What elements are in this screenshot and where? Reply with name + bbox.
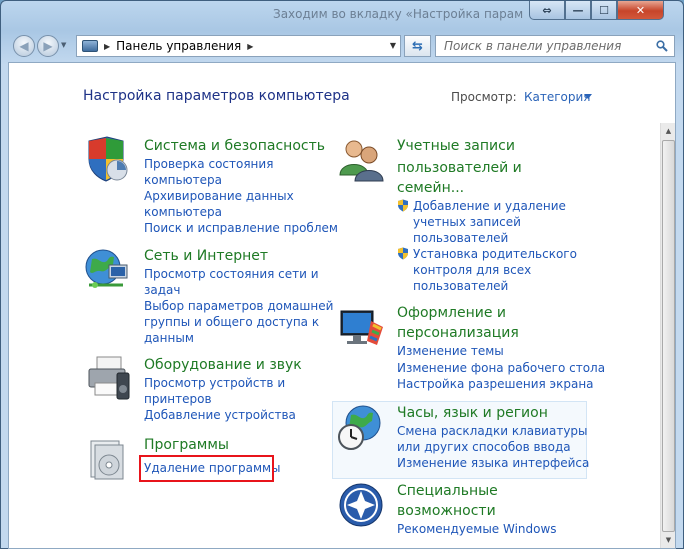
link-display-language[interactable]: Изменение языка интерфейса <box>397 455 589 471</box>
user-accounts-icon[interactable] <box>337 135 385 183</box>
control-panel-content: Настройка параметров компьютера Просмотр… <box>8 62 676 549</box>
link-add-remove-accounts[interactable]: Добавление и удаление <box>397 198 566 214</box>
breadcrumb-separator[interactable]: ▶ <box>104 42 110 51</box>
uac-shield-icon <box>398 199 408 212</box>
search-icon[interactable] <box>656 40 668 52</box>
address-bar[interactable]: ▶ Панель управления ▶ ▼ <box>76 35 401 57</box>
category-hardware-sound[interactable]: Оборудование и звук <box>144 355 302 375</box>
link-recommended-settings[interactable]: Рекомендуемые Windows <box>397 521 557 537</box>
window-title: Заходим во вкладку «Настройка параметров… <box>273 7 523 21</box>
search-placeholder: Поиск в панели управления <box>444 39 622 53</box>
appearance-icon[interactable] <box>337 303 385 351</box>
system-security-icon[interactable] <box>83 135 131 183</box>
link-homegroup-2[interactable]: группы и общего доступа к <box>144 314 319 330</box>
vertical-scrollbar[interactable]: ▲ ▼ <box>660 123 675 548</box>
breadcrumb-separator-end[interactable]: ▶ <box>247 42 253 51</box>
highlight-frame <box>139 455 274 482</box>
page-title: Настройка параметров компьютера <box>83 88 350 104</box>
scroll-thumb[interactable] <box>662 140 675 532</box>
category-network-internet[interactable]: Сеть и Интернет <box>144 246 268 266</box>
link-network-status-2[interactable]: задач <box>144 282 180 298</box>
programs-icon[interactable] <box>83 435 131 483</box>
category-appearance[interactable]: Оформление и <box>397 303 506 323</box>
category-system-security[interactable]: Система и безопасность <box>144 136 325 156</box>
clock-region-icon[interactable] <box>337 403 385 451</box>
category-appearance-2[interactable]: персонализация <box>397 323 519 343</box>
link-parental-controls-text[interactable]: Установка родительского <box>413 247 577 261</box>
minimize-button[interactable]: — <box>565 1 591 20</box>
view-by-dropdown[interactable]: Категория <box>524 90 591 104</box>
category-clock-region[interactable]: Часы, язык и регион <box>397 403 548 423</box>
forward-button[interactable]: ▶ <box>37 35 59 57</box>
scroll-up-arrow[interactable]: ▲ <box>661 123 675 139</box>
link-homegroup[interactable]: Выбор параметров домашней <box>144 298 333 314</box>
link-change-background[interactable]: Изменение фона рабочего стола <box>397 360 605 376</box>
category-ease-of-access-2[interactable]: возможности <box>397 501 496 521</box>
link-check-status-2[interactable]: компьютера <box>144 172 222 188</box>
breadcrumb-control-panel[interactable]: Панель управления <box>116 39 241 53</box>
link-devices-printers[interactable]: Просмотр устройств и <box>144 375 285 391</box>
link-add-remove-accounts-text[interactable]: Добавление и удаление <box>413 199 566 213</box>
category-user-accounts[interactable]: Учетные записи <box>397 136 515 156</box>
chevron-down-icon[interactable] <box>584 94 592 99</box>
link-check-status[interactable]: Проверка состояния <box>144 156 273 172</box>
link-parental-controls[interactable]: Установка родительского <box>397 246 577 262</box>
link-homegroup-3[interactable]: данным <box>144 330 194 346</box>
back-button[interactable]: ◀ <box>13 35 35 57</box>
category-programs[interactable]: Программы <box>144 435 229 455</box>
link-add-device[interactable]: Добавление устройства <box>144 407 296 423</box>
link-network-status[interactable]: Просмотр состояния сети и <box>144 266 319 282</box>
close-button[interactable]: ✕ <box>617 1 664 20</box>
maximize-button[interactable]: ☐ <box>591 1 617 20</box>
link-troubleshoot[interactable]: Поиск и исправление проблем <box>144 220 338 236</box>
link-keyboard-layout[interactable]: Смена раскладки клавиатуры <box>397 423 588 439</box>
view-by-label: Просмотр: <box>451 90 517 104</box>
link-backup[interactable]: Архивирование данных <box>144 188 294 204</box>
category-ease-of-access[interactable]: Специальные <box>397 481 498 501</box>
recent-pages-dropdown[interactable]: ▼ <box>61 41 69 51</box>
control-panel-icon <box>82 40 98 52</box>
link-screen-resolution[interactable]: Настройка разрешения экрана <box>397 376 594 392</box>
link-add-remove-accounts-3[interactable]: пользователей <box>413 230 508 246</box>
link-parental-controls-2[interactable]: контроля для всех <box>413 262 531 278</box>
category-user-accounts-2[interactable]: пользователей и <box>397 158 522 178</box>
hardware-sound-icon[interactable] <box>83 355 131 403</box>
search-input[interactable]: Поиск в панели управления <box>435 35 675 57</box>
uac-shield-icon <box>398 247 408 260</box>
link-keyboard-layout-2[interactable]: или других способов ввода <box>397 439 571 455</box>
restore-layout-button[interactable]: ⇔ <box>529 1 565 20</box>
link-devices-printers-2[interactable]: принтеров <box>144 391 212 407</box>
link-backup-2[interactable]: компьютера <box>144 204 222 220</box>
category-user-accounts-3[interactable]: семейн... <box>397 178 464 198</box>
ease-of-access-icon[interactable] <box>337 481 385 529</box>
address-dropdown-icon[interactable]: ▼ <box>390 41 396 50</box>
link-change-theme[interactable]: Изменение темы <box>397 343 504 359</box>
scroll-down-arrow[interactable]: ▼ <box>661 532 675 548</box>
link-add-remove-accounts-2[interactable]: учетных записей <box>413 214 521 230</box>
network-internet-icon[interactable] <box>83 245 131 293</box>
refresh-button[interactable]: ⇆ <box>404 35 431 57</box>
link-parental-controls-3[interactable]: пользователей <box>413 278 508 294</box>
